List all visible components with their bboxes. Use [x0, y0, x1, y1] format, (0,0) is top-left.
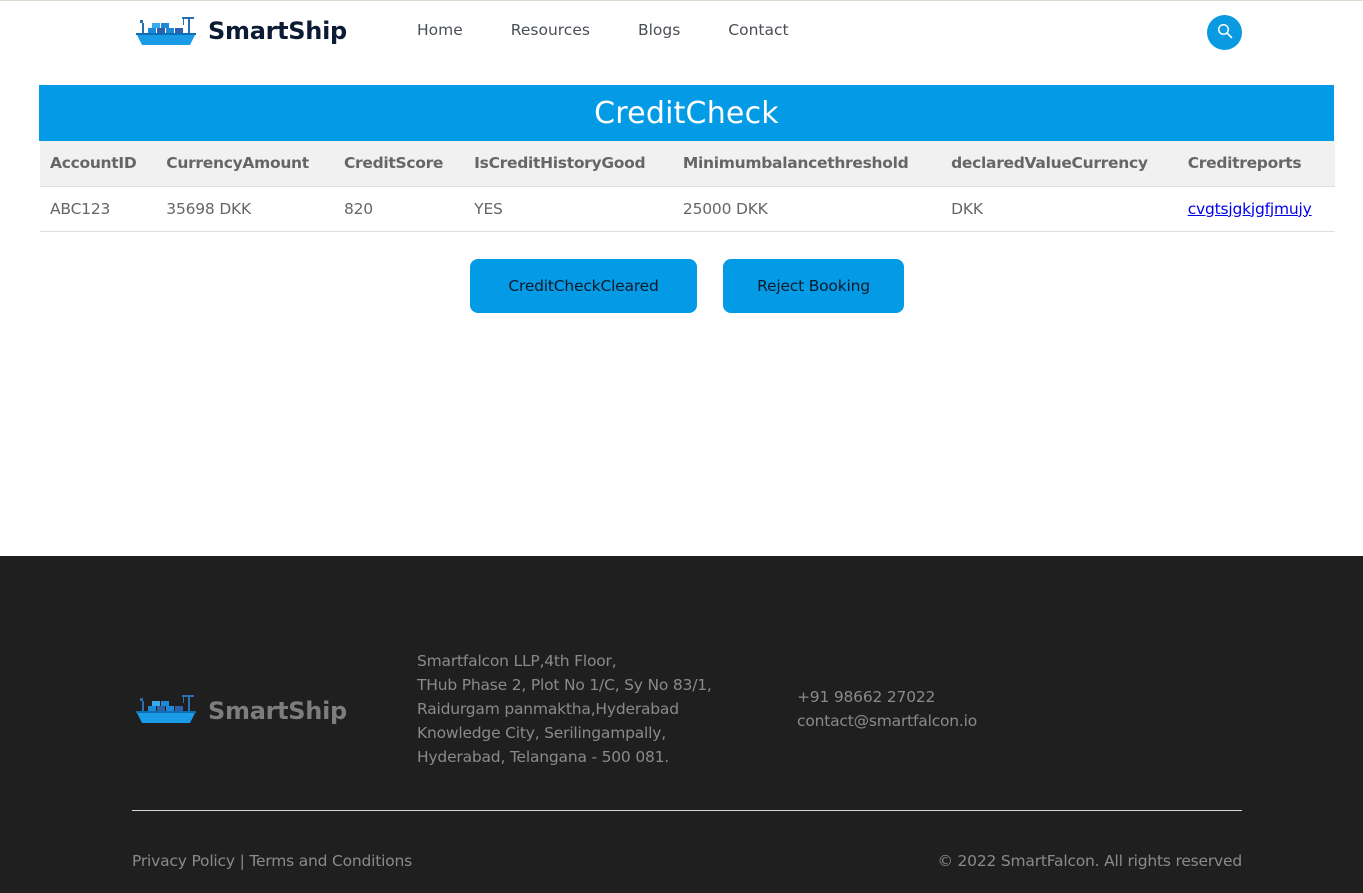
- column-header: declaredValueCurrency: [941, 141, 1178, 187]
- address-line: Raidurgam panmaktha,Hyderabad: [417, 700, 679, 718]
- reject-booking-button[interactable]: Reject Booking: [723, 259, 904, 313]
- nav-contact[interactable]: Contact: [728, 21, 788, 39]
- account-id-cell: ABC123: [40, 186, 157, 232]
- column-header: Minimumbalancethreshold: [672, 141, 942, 187]
- footer-email[interactable]: contact@smartfalcon.io: [797, 709, 977, 733]
- copyright-text: © 2022 SmartFalcon. All rights reserved: [937, 852, 1242, 870]
- credit-check-cleared-button[interactable]: CreditCheckCleared: [470, 259, 697, 313]
- nav-resources[interactable]: Resources: [511, 21, 590, 39]
- brand-name: SmartShip: [208, 17, 347, 45]
- page-title: CreditCheck: [594, 95, 779, 131]
- footer-contact: +91 98662 27022 contact@smartfalcon.io: [797, 685, 977, 733]
- search-button[interactable]: [1207, 15, 1242, 50]
- footer-address: Smartfalcon LLP,4th Floor, THub Phase 2,…: [417, 649, 712, 769]
- brand-logo[interactable]: SmartShip: [134, 14, 347, 48]
- main-nav: Home Resources Blogs Contact: [417, 21, 837, 39]
- nav-blogs[interactable]: Blogs: [638, 21, 680, 39]
- min-balance-cell: 25000 DKK: [672, 186, 942, 232]
- credit-report-cell: cvgtsjgkjgfjmujy: [1177, 186, 1335, 232]
- address-line: Smartfalcon LLP,4th Floor,: [417, 652, 617, 670]
- credit-report-link[interactable]: cvgtsjgkjgfjmujy: [1188, 200, 1312, 218]
- search-icon: [1217, 23, 1233, 43]
- site-footer: SmartShip Smartfalcon LLP,4th Floor, THu…: [0, 556, 1363, 893]
- column-header: IsCreditHistoryGood: [464, 141, 673, 187]
- table-row: ABC123 35698 DKK 820 YES 25000 DKK DKK c…: [40, 186, 1335, 232]
- footer-phone[interactable]: +91 98662 27022: [797, 685, 977, 709]
- ship-logo-icon: [134, 14, 198, 48]
- table-header-row: AccountID CurrencyAmount CreditScore IsC…: [40, 141, 1335, 187]
- footer-brand-logo[interactable]: SmartShip: [134, 692, 347, 730]
- nav-home[interactable]: Home: [417, 21, 463, 39]
- footer-divider: [132, 810, 1242, 811]
- footer-brand-name: SmartShip: [208, 697, 347, 725]
- credit-check-table: AccountID CurrencyAmount CreditScore IsC…: [40, 141, 1335, 232]
- credit-score-cell: 820: [333, 186, 465, 232]
- address-line: Hyderabad, Telangana - 500 081.: [417, 748, 670, 766]
- credit-history-cell: YES: [464, 186, 673, 232]
- address-line: THub Phase 2, Plot No 1/C, Sy No 83/1,: [417, 676, 712, 694]
- column-header: CreditScore: [333, 141, 465, 187]
- column-header: CurrencyAmount: [156, 141, 334, 187]
- address-line: Knowledge City, Serilingampally,: [417, 724, 666, 742]
- footer-legal-links: Privacy Policy | Terms and Conditions: [132, 852, 412, 870]
- ship-logo-icon: [134, 692, 198, 730]
- currency-amount-cell: 35698 DKK: [156, 186, 334, 232]
- terms-link[interactable]: Terms and Conditions: [249, 852, 412, 870]
- column-header: Creditreports: [1177, 141, 1335, 187]
- footer-link-separator: |: [239, 852, 245, 870]
- privacy-policy-link[interactable]: Privacy Policy: [132, 852, 235, 870]
- page-title-banner: CreditCheck: [39, 85, 1334, 141]
- site-header: SmartShip Home Resources Blogs Contact: [0, 0, 1363, 64]
- column-header: AccountID: [40, 141, 157, 187]
- declared-currency-cell: DKK: [941, 186, 1178, 232]
